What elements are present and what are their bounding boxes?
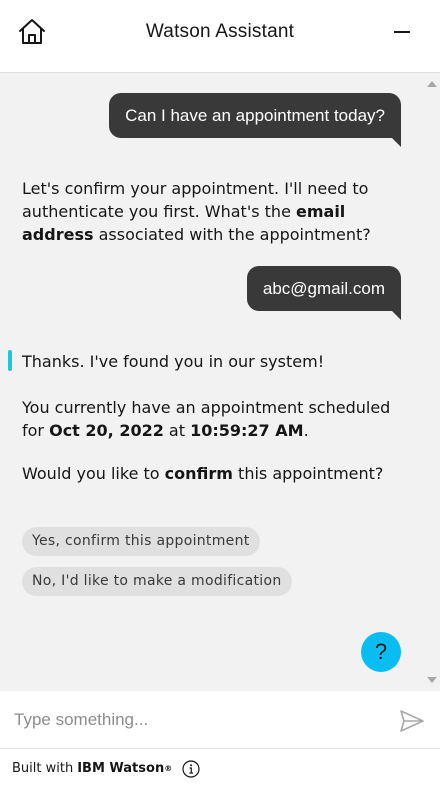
- send-button[interactable]: [398, 707, 426, 735]
- bot-message-bold: confirm: [164, 464, 233, 483]
- send-icon: [400, 710, 424, 732]
- bot-message: Thanks. I've found you in our system!: [22, 352, 325, 371]
- scroll-down-arrow-icon[interactable]: [427, 677, 437, 683]
- info-icon: [182, 759, 200, 778]
- new-message-indicator: [8, 350, 12, 371]
- footer-brand: IBM Watson: [77, 761, 165, 776]
- info-button[interactable]: [182, 759, 200, 778]
- bot-message: Let's confirm your appointment. I'll nee…: [22, 177, 407, 246]
- message-input[interactable]: [0, 691, 390, 749]
- chat-title: Watson Assistant: [145, 21, 295, 42]
- help-icon: ?: [374, 639, 388, 664]
- appointment-date: Oct 20, 2022: [49, 421, 164, 440]
- option-confirm-button[interactable]: Yes, confirm this appointment: [22, 527, 260, 556]
- option-modify-button[interactable]: No, I'd like to make a modification: [22, 567, 292, 596]
- footer-prefix: Built with: [12, 761, 74, 776]
- registered-mark: ®: [164, 764, 173, 773]
- bot-message-text: Would you like to: [22, 464, 165, 483]
- chat-header: Watson Assistant: [0, 0, 440, 73]
- input-area: [0, 691, 440, 749]
- bot-message-text: at: [163, 421, 191, 440]
- bot-message-text: .: [303, 421, 309, 440]
- scroll-up-arrow-icon[interactable]: [427, 81, 437, 87]
- scrollbar[interactable]: [424, 73, 440, 691]
- appointment-time: 10:59:27 AM: [190, 421, 304, 440]
- bot-message-text: associated with the appointment?: [93, 225, 371, 244]
- minimize-button[interactable]: [388, 18, 416, 46]
- message-list[interactable]: Can I have an appointment today? Let's c…: [0, 73, 440, 691]
- user-message: abc@gmail.com: [246, 266, 402, 320]
- minimize-icon: [394, 31, 410, 33]
- help-button[interactable]: ?: [361, 632, 401, 672]
- bot-message: Would you like to confirm this appointme…: [22, 462, 407, 485]
- user-message: Can I have an appointment today?: [109, 93, 401, 147]
- bot-message: You currently have an appointment schedu…: [22, 396, 407, 442]
- footer: Built with IBM Watson ®: [0, 750, 440, 787]
- bot-message-text: this appointment?: [232, 464, 384, 483]
